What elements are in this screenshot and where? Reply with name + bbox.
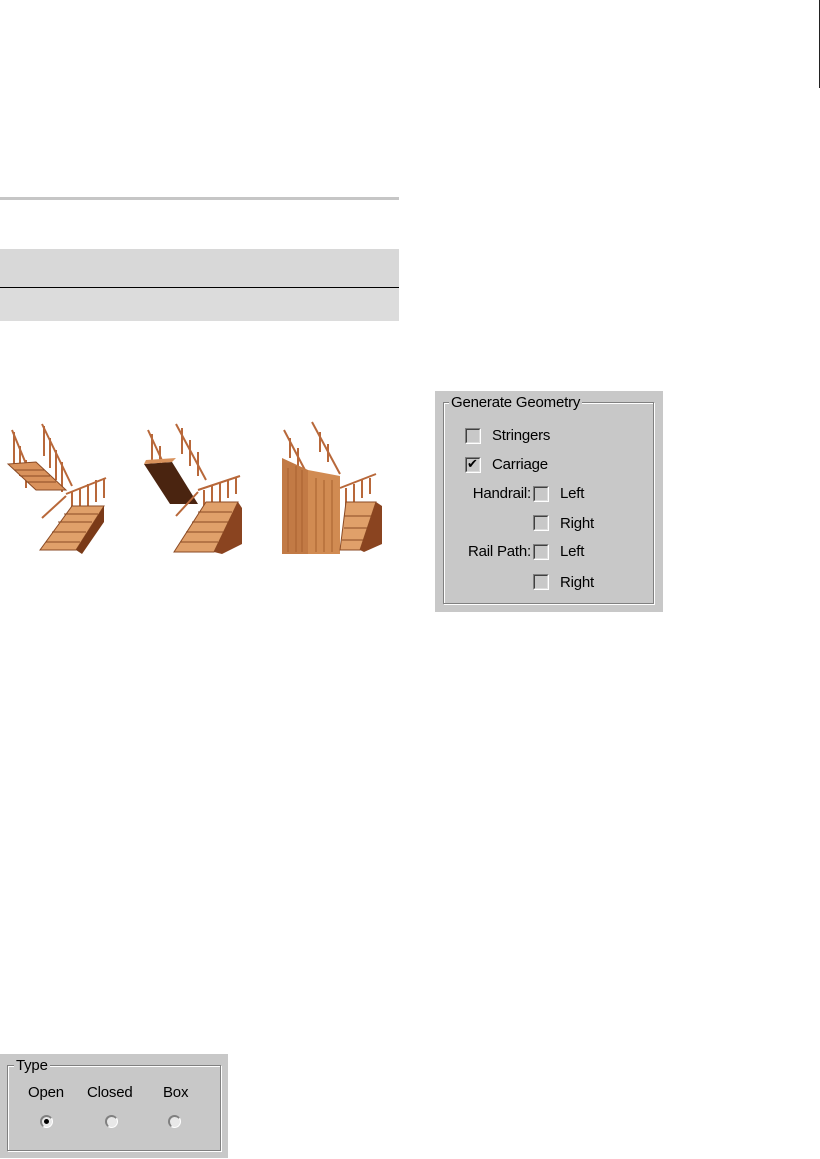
rail-path-right-checkbox[interactable] bbox=[533, 574, 549, 590]
table-header-band bbox=[0, 249, 399, 287]
type-panel: Type Open Closed Box bbox=[0, 1054, 228, 1158]
checkmark-icon: ✔ bbox=[467, 456, 478, 471]
type-closed-radio[interactable] bbox=[105, 1115, 118, 1128]
rail-path-right-label: Right bbox=[560, 574, 595, 591]
type-title: Type bbox=[14, 1057, 50, 1074]
handrail-left-label: Left bbox=[560, 485, 585, 502]
carriage-label: Carriage bbox=[492, 456, 548, 473]
open-stairs-illustration bbox=[6, 423, 107, 554]
generate-geometry-panel: Generate Geometry Stringers ✔ Carriage H… bbox=[435, 391, 663, 612]
stringers-checkbox[interactable] bbox=[465, 428, 481, 444]
type-closed-label: Closed bbox=[87, 1084, 133, 1101]
handrail-right-label: Right bbox=[560, 515, 595, 532]
closed-stairs-illustration bbox=[144, 423, 242, 554]
handrail-label: Handrail: bbox=[472, 485, 531, 502]
type-box-label: Box bbox=[163, 1084, 189, 1101]
table-row-band bbox=[0, 288, 399, 321]
type-box-radio[interactable] bbox=[168, 1115, 181, 1128]
rail-path-label: Rail Path: bbox=[467, 543, 531, 560]
generate-geometry-title: Generate Geometry bbox=[449, 394, 583, 411]
carriage-checkbox[interactable]: ✔ bbox=[465, 456, 481, 473]
rail-path-left-checkbox[interactable] bbox=[533, 544, 549, 560]
handrail-left-checkbox[interactable] bbox=[533, 486, 549, 502]
type-group bbox=[7, 1065, 221, 1151]
stringers-label: Stringers bbox=[492, 427, 551, 444]
radio-selected-dot bbox=[44, 1119, 49, 1124]
type-open-radio[interactable] bbox=[40, 1115, 53, 1128]
rail-path-left-label: Left bbox=[560, 543, 585, 560]
section-rule bbox=[0, 197, 399, 200]
type-open-label: Open bbox=[28, 1084, 64, 1101]
box-stairs-illustration bbox=[282, 421, 382, 554]
handrail-right-checkbox[interactable] bbox=[533, 515, 549, 531]
